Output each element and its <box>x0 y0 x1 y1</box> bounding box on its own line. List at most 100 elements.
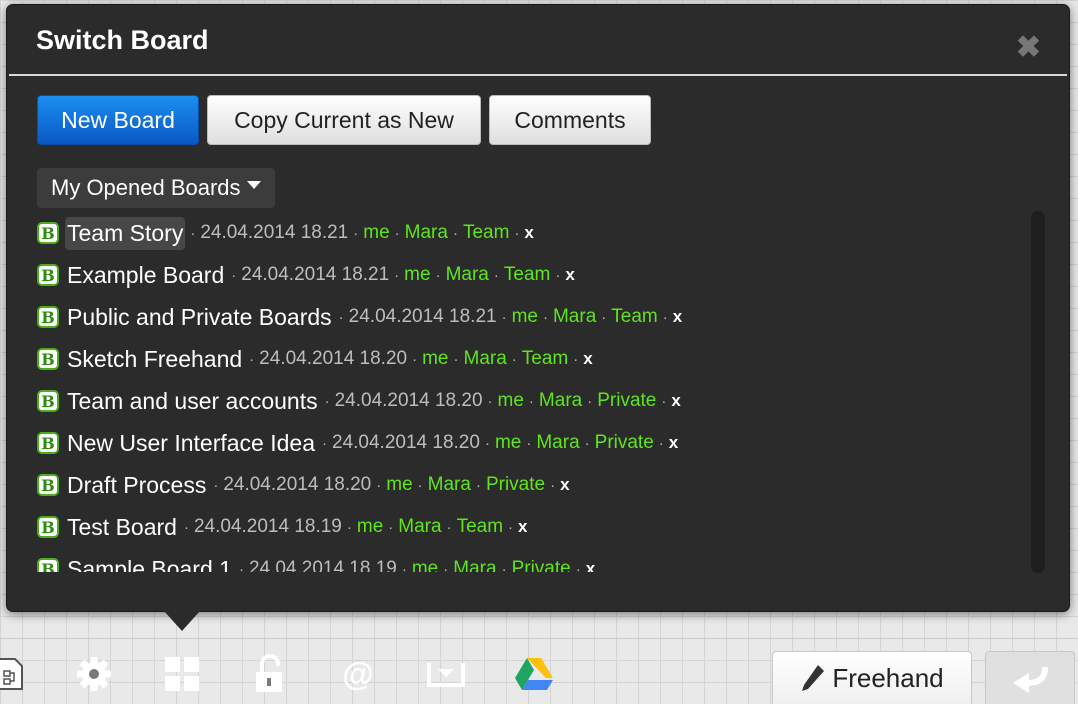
separator-dot: · <box>388 518 394 536</box>
separator-dot: · <box>213 476 219 494</box>
delete-board-icon[interactable]: x <box>565 265 574 285</box>
board-icon: B <box>37 432 59 454</box>
board-date: 24.04.2014 18.20 <box>332 432 480 453</box>
board-owner-link[interactable]: me <box>363 222 389 244</box>
delete-board-icon[interactable]: x <box>583 349 592 369</box>
separator-dot: · <box>528 392 534 410</box>
separator-dot: · <box>555 266 561 284</box>
board-date: 24.04.2014 18.20 <box>334 390 483 411</box>
board-owner-link[interactable]: me <box>512 306 538 328</box>
new-board-button[interactable]: New Board <box>37 95 199 145</box>
board-visibility-link[interactable]: Team <box>463 222 509 244</box>
dialog-title: Switch Board <box>36 25 209 55</box>
separator-dot: · <box>484 434 490 452</box>
board-icon: B <box>37 264 59 286</box>
board-user-link[interactable]: Mara <box>398 516 441 538</box>
delete-board-icon[interactable]: x <box>673 307 682 327</box>
delete-board-icon[interactable]: x <box>560 475 569 495</box>
export-icon[interactable] <box>0 652 32 696</box>
board-visibility-link[interactable]: Team <box>504 264 550 286</box>
dialog-pointer <box>164 611 200 631</box>
delete-board-icon[interactable]: x <box>586 559 595 572</box>
separator-dot: · <box>526 434 532 452</box>
separator-dot: · <box>542 308 548 326</box>
board-visibility-link[interactable]: Private <box>595 432 654 454</box>
board-name-link[interactable]: Team Story <box>65 216 186 250</box>
toolbar-divider <box>0 638 1078 639</box>
separator-dot: · <box>249 350 255 368</box>
close-icon[interactable]: ✖ <box>1016 33 1041 63</box>
board-visibility-link[interactable]: Team <box>457 516 503 538</box>
caret-down-icon <box>246 181 261 189</box>
board-user-link[interactable]: Mara <box>536 432 579 454</box>
separator-dot: · <box>587 392 593 410</box>
copy-current-as-new-button[interactable]: Copy Current as New <box>207 95 481 145</box>
board-user-link[interactable]: Mara <box>553 306 596 328</box>
board-owner-link[interactable]: me <box>386 474 412 496</box>
separator-dot: · <box>511 350 517 368</box>
board-user-link[interactable]: Mara <box>464 348 507 370</box>
board-row: B Test Board · 24.04.2014 18.19 · me · Mara · Tea… <box>37 506 1027 548</box>
freehand-button[interactable]: Freehand <box>772 651 972 704</box>
separator-dot: · <box>601 308 607 326</box>
board-icon: B <box>37 474 59 496</box>
board-owner-link[interactable]: me <box>498 390 524 412</box>
switch-board-icon[interactable] <box>160 652 204 696</box>
at-sign-icon[interactable]: @ <box>336 652 380 696</box>
board-row: B Team Story · 24.04.2014 18.21 · me · Mara · Tea… <box>37 212 1027 254</box>
board-visibility-link[interactable]: Team <box>522 348 568 370</box>
board-name-link[interactable]: Test Board <box>65 511 179 544</box>
delete-board-icon[interactable]: x <box>669 433 678 453</box>
separator-dot: · <box>231 266 237 284</box>
back-arrow-button[interactable] <box>985 651 1075 704</box>
separator-dot: · <box>487 392 493 410</box>
board-list-scrollbar[interactable] <box>1031 211 1045 573</box>
separator-dot: · <box>238 560 244 573</box>
board-visibility-link[interactable]: Private <box>486 474 545 496</box>
board-name-link[interactable]: Sample Board 1 <box>65 553 234 573</box>
board-visibility-link[interactable]: Private <box>597 390 656 412</box>
board-row: B Public and Private Boards · 24.04.2014 18… <box>37 296 1027 338</box>
inbox-icon[interactable] <box>424 652 468 696</box>
board-user-link[interactable]: Mara <box>405 222 448 244</box>
google-drive-icon[interactable] <box>512 652 556 696</box>
board-date: 24.04.2014 18.20 <box>259 348 408 369</box>
board-visibility-link[interactable]: Private <box>512 558 571 572</box>
board-user-link[interactable]: Mara <box>539 390 582 412</box>
separator-dot: · <box>662 308 668 326</box>
board-owner-link[interactable]: me <box>357 516 383 538</box>
gear-icon[interactable] <box>72 652 116 696</box>
separator-dot: · <box>435 266 441 284</box>
board-user-link[interactable]: Mara <box>428 474 471 496</box>
board-row: B Example Board · 24.04.2014 18.21 · me · Mara ·… <box>37 254 1027 296</box>
delete-board-icon[interactable]: x <box>524 223 533 243</box>
delete-board-icon[interactable]: x <box>671 391 680 411</box>
board-owner-link[interactable]: me <box>495 432 521 454</box>
board-date: 24.04.2014 18.21 <box>200 222 349 243</box>
board-filter-dropdown[interactable]: My Opened Boards <box>37 168 275 208</box>
board-owner-link[interactable]: me <box>412 558 438 572</box>
separator-dot: · <box>446 518 452 536</box>
separator-dot: · <box>443 560 449 573</box>
board-name-link[interactable]: Example Board <box>65 259 226 292</box>
board-name-link[interactable]: Draft Process <box>65 469 208 502</box>
board-name-link[interactable]: Team and user accounts <box>65 385 320 418</box>
board-user-link[interactable]: Mara <box>453 558 496 572</box>
comments-button[interactable]: Comments <box>489 95 651 145</box>
board-name-link[interactable]: New User Interface Idea <box>65 427 317 460</box>
board-visibility-link[interactable]: Team <box>611 306 657 328</box>
lock-icon[interactable] <box>248 652 292 696</box>
board-date: 24.04.2014 18.20 <box>223 474 372 495</box>
separator-dot: · <box>324 392 330 410</box>
separator-dot: · <box>493 266 499 284</box>
board-name-link[interactable]: Sketch Freehand <box>65 343 244 376</box>
board-name-link[interactable]: Public and Private Boards <box>65 301 334 334</box>
board-row: B Sketch Freehand · 24.04.2014 18.20 · me · Mar… <box>37 338 1027 380</box>
board-owner-link[interactable]: me <box>404 264 430 286</box>
board-user-link[interactable]: Mara <box>446 264 489 286</box>
separator-dot: · <box>550 476 556 494</box>
board-owner-link[interactable]: me <box>422 348 448 370</box>
delete-board-icon[interactable]: x <box>518 517 527 537</box>
board-row: B New User Interface Idea · 24.04.2014 18.2… <box>37 422 1027 464</box>
separator-dot: · <box>417 476 423 494</box>
